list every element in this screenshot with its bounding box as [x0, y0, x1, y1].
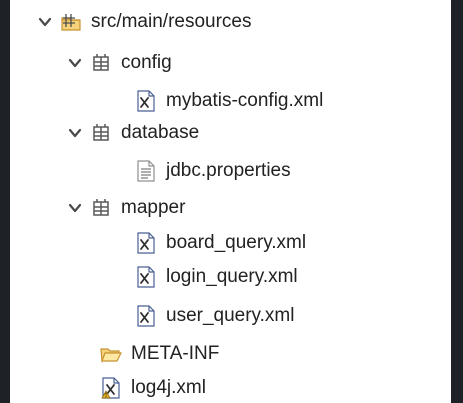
- chevron-down-icon[interactable]: [68, 126, 82, 140]
- tree-item-meta-inf[interactable]: META-INF: [99, 340, 219, 368]
- tree-item-mapper[interactable]: mapper: [68, 194, 185, 222]
- tree-item-label: login_query.xml: [166, 266, 298, 287]
- tree-item-label: mybatis-config.xml: [166, 90, 324, 111]
- source-folder-icon: [61, 14, 81, 31]
- xml-file-icon: [137, 266, 155, 288]
- tree-item-board-query[interactable]: board_query.xml: [134, 229, 306, 257]
- tree-item-label: log4j.xml: [131, 377, 206, 398]
- tree-item-config[interactable]: config: [68, 49, 172, 77]
- tree-item-label: board_query.xml: [166, 232, 307, 253]
- properties-file-icon: [137, 160, 155, 182]
- tree-item-label: user_query.xml: [166, 305, 295, 326]
- tree-item-jdbc-properties[interactable]: jdbc.properties: [134, 157, 291, 185]
- tree-item-database[interactable]: database: [68, 119, 199, 147]
- project-explorer-tree: src/main/resources config mybatis-config…: [10, 0, 451, 403]
- xml-file-icon: [137, 232, 155, 254]
- tree-item-user-query[interactable]: user_query.xml: [134, 302, 294, 330]
- tree-item-label: config: [121, 52, 172, 73]
- open-folder-icon: [100, 348, 122, 364]
- xml-file-icon: [137, 305, 155, 327]
- tree-root-row[interactable]: src/main/resources: [38, 8, 252, 36]
- package-icon: [93, 199, 109, 216]
- tree-item-mybatis-config[interactable]: mybatis-config.xml: [134, 87, 323, 115]
- xml-file-icon: [137, 90, 155, 112]
- tree-item-label: META-INF: [131, 343, 220, 364]
- tree-item-login-query[interactable]: login_query.xml: [134, 263, 298, 291]
- tree-root-label: src/main/resources: [91, 11, 252, 32]
- chevron-down-icon[interactable]: [68, 201, 82, 215]
- package-icon: [93, 124, 109, 141]
- tree-item-log4j[interactable]: log4j.xml: [99, 374, 206, 402]
- chevron-down-icon[interactable]: [68, 56, 82, 70]
- tree-item-label: database: [121, 122, 200, 143]
- chevron-down-icon[interactable]: [38, 15, 52, 29]
- tree-item-label: jdbc.properties: [166, 160, 291, 181]
- package-icon: [93, 54, 109, 71]
- tree-item-label: mapper: [121, 197, 186, 218]
- warning-xml-file-icon: [101, 377, 120, 399]
